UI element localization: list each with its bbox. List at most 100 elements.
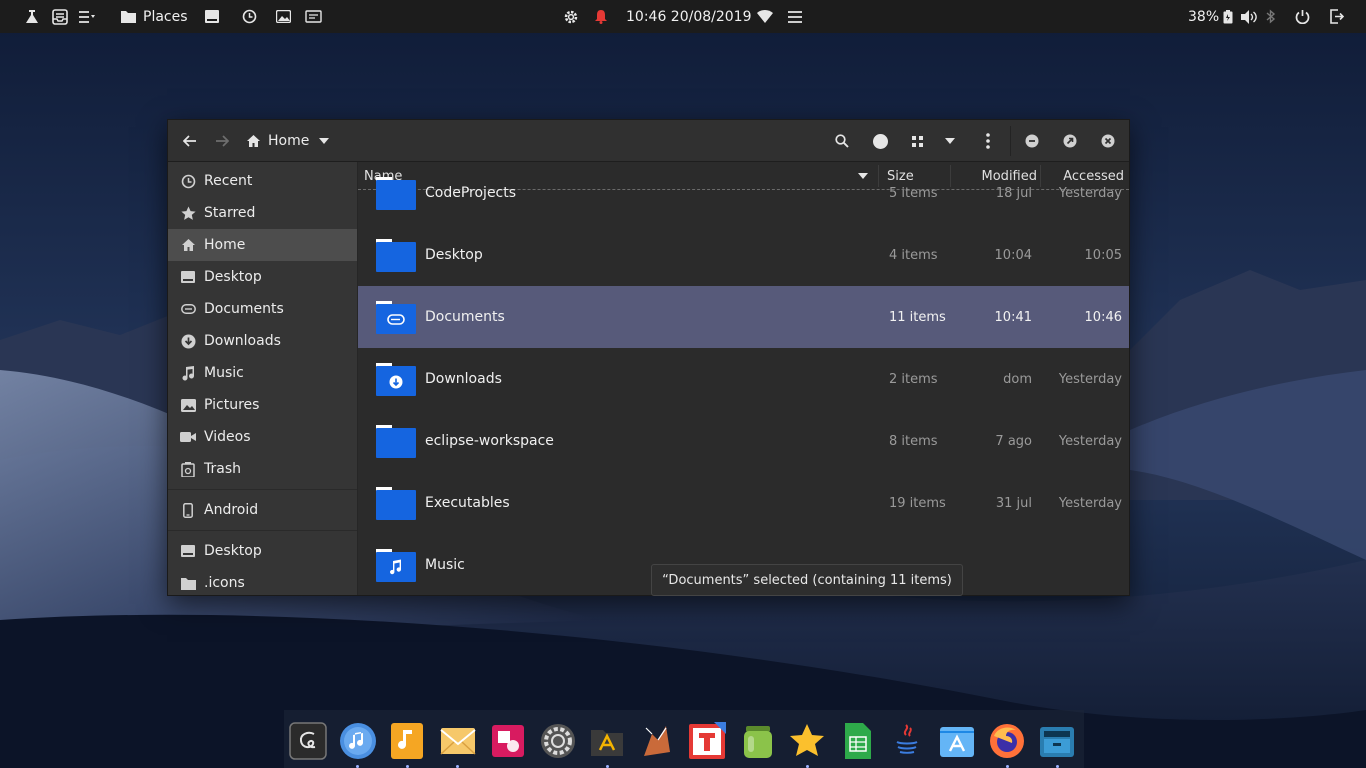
places-menu[interactable]: Places (120, 0, 188, 33)
sidebar-item-label: Trash (204, 461, 241, 477)
file-manager-window: Home Recent Starred Home Desktop Documents (167, 119, 1130, 596)
headerbar-separator (1010, 126, 1011, 156)
battery-percent[interactable]: 38% (1188, 0, 1219, 33)
view-options-button[interactable] (936, 120, 964, 162)
search-icon (835, 134, 849, 148)
operations-button[interactable] (866, 120, 894, 162)
file-accessed: 10:05 (1084, 247, 1122, 263)
back-button[interactable] (176, 120, 204, 162)
minimize-button[interactable] (1018, 120, 1046, 162)
download-icon (180, 333, 196, 349)
settings-gear-icon[interactable] (563, 0, 579, 33)
volume-icon[interactable] (1241, 0, 1258, 33)
clock-label[interactable]: 10:46 20/08/2019 (626, 0, 752, 33)
dock-app-archive-icon[interactable] (588, 722, 626, 760)
file-name: eclipse-workspace (425, 433, 554, 449)
dock-app-text-editor-icon[interactable] (688, 722, 726, 760)
screen-cast-icon[interactable] (305, 0, 322, 33)
sidebar-item-label: .icons (204, 575, 245, 591)
battery-icon[interactable] (1223, 0, 1233, 33)
file-size: 2 items (889, 371, 938, 387)
dock-app-files-icon[interactable] (1038, 722, 1076, 760)
circle-indicator-icon (872, 133, 888, 149)
bluetooth-icon[interactable] (1266, 0, 1276, 33)
sidebar-item-desktop[interactable]: Desktop (168, 535, 357, 567)
file-name: Music (425, 557, 465, 573)
dock-app-firefox-icon[interactable] (988, 722, 1026, 760)
sidebar-item-icons[interactable]: .icons (168, 567, 357, 595)
notification-bell-icon[interactable] (594, 0, 608, 33)
sidebar-item-home[interactable]: Home (168, 229, 357, 261)
power-icon[interactable] (1295, 0, 1310, 33)
close-button[interactable] (1094, 120, 1122, 162)
location-path-button[interactable]: Home (246, 120, 336, 162)
sidebar-item-videos[interactable]: Videos (168, 421, 357, 453)
file-row[interactable]: Desktop 4 items 10:04 10:05 (358, 224, 1129, 286)
maximize-button[interactable] (1056, 120, 1084, 162)
sidebar-item-recent[interactable]: Recent (168, 165, 357, 197)
inbox-icon[interactable] (51, 0, 69, 33)
home-icon (247, 135, 260, 147)
file-name: Documents (425, 309, 505, 325)
file-accessed: Yesterday (1058, 495, 1122, 511)
dock-app-presentation-icon[interactable] (489, 722, 527, 760)
desktop-icon (180, 269, 196, 285)
app-launcher-icon[interactable] (24, 0, 40, 33)
wifi-icon[interactable] (757, 0, 773, 33)
logout-icon[interactable] (1329, 0, 1344, 33)
folder-icon (120, 9, 136, 25)
dock-app-game-icon[interactable] (638, 722, 676, 760)
grid-view-button[interactable] (903, 120, 931, 162)
sidebar-item-pictures[interactable]: Pictures (168, 389, 357, 421)
folder-icon (376, 301, 416, 334)
desktop-icon (180, 543, 196, 559)
headerbar: Home (168, 120, 1129, 162)
sidebar-item-documents[interactable]: Documents (168, 293, 357, 325)
dock-app-music-player-icon[interactable] (339, 722, 377, 760)
folder-icon (180, 575, 196, 591)
dock-app-terminal-icon[interactable] (289, 722, 327, 760)
sidebar-separator (168, 489, 357, 490)
selection-status-overlay: “Documents” selected (containing 11 item… (651, 564, 963, 596)
folder-icon (376, 239, 416, 272)
dock-app-store-icon[interactable] (938, 722, 976, 760)
file-row[interactable]: CodeProjects 5 items 18 jul Yesterday (358, 162, 1129, 224)
dock-app-favorites-star-icon[interactable] (788, 722, 826, 760)
trash-icon (180, 461, 196, 477)
file-modified: dom (1003, 371, 1032, 387)
image-icon[interactable] (276, 0, 291, 33)
file-modified: 7 ago (995, 433, 1032, 449)
sidebar-item-downloads[interactable]: Downloads (168, 325, 357, 357)
dock-app-java-icon[interactable] (888, 722, 926, 760)
file-name: Desktop (425, 247, 483, 263)
sidebar-item-desktop[interactable]: Desktop (168, 261, 357, 293)
sidebar-item-music[interactable]: Music (168, 357, 357, 389)
home-icon (180, 237, 196, 253)
sidebar-item-starred[interactable]: Starred (168, 197, 357, 229)
picture-icon (180, 397, 196, 413)
sidebar-item-trash[interactable]: Trash (168, 453, 357, 485)
dock-app-spreadsheet-icon[interactable] (839, 722, 877, 760)
dock (0, 710, 1366, 768)
dock-app-jar-icon[interactable] (739, 722, 777, 760)
file-row[interactable]: Documents 11 items 10:41 10:46 (358, 286, 1129, 348)
grid-icon (911, 135, 923, 147)
sidebar: Recent Starred Home Desktop Documents Downloa… (168, 162, 358, 595)
search-button[interactable] (828, 120, 856, 162)
file-row[interactable]: eclipse-workspace 8 items 7 ago Yesterday (358, 410, 1129, 472)
forward-button[interactable] (208, 120, 236, 162)
clock-icon (180, 173, 196, 189)
dock-app-audio-icon[interactable] (388, 722, 426, 760)
dock-app-settings-icon[interactable] (539, 722, 577, 760)
menu-list-icon[interactable] (78, 0, 96, 33)
desktop-icon[interactable] (205, 0, 219, 33)
dock-app-mail-icon[interactable] (439, 722, 477, 760)
file-row[interactable]: Executables 19 items 31 jul Yesterday (358, 472, 1129, 534)
clock-icon[interactable] (242, 0, 257, 33)
file-row[interactable]: Downloads 2 items dom Yesterday (358, 348, 1129, 410)
sidebar-item-android[interactable]: Android (168, 494, 357, 526)
menu-button[interactable] (974, 120, 1002, 162)
star-icon (180, 205, 196, 221)
hamburger-menu-icon[interactable] (787, 0, 803, 33)
chevron-down-icon (319, 138, 330, 144)
